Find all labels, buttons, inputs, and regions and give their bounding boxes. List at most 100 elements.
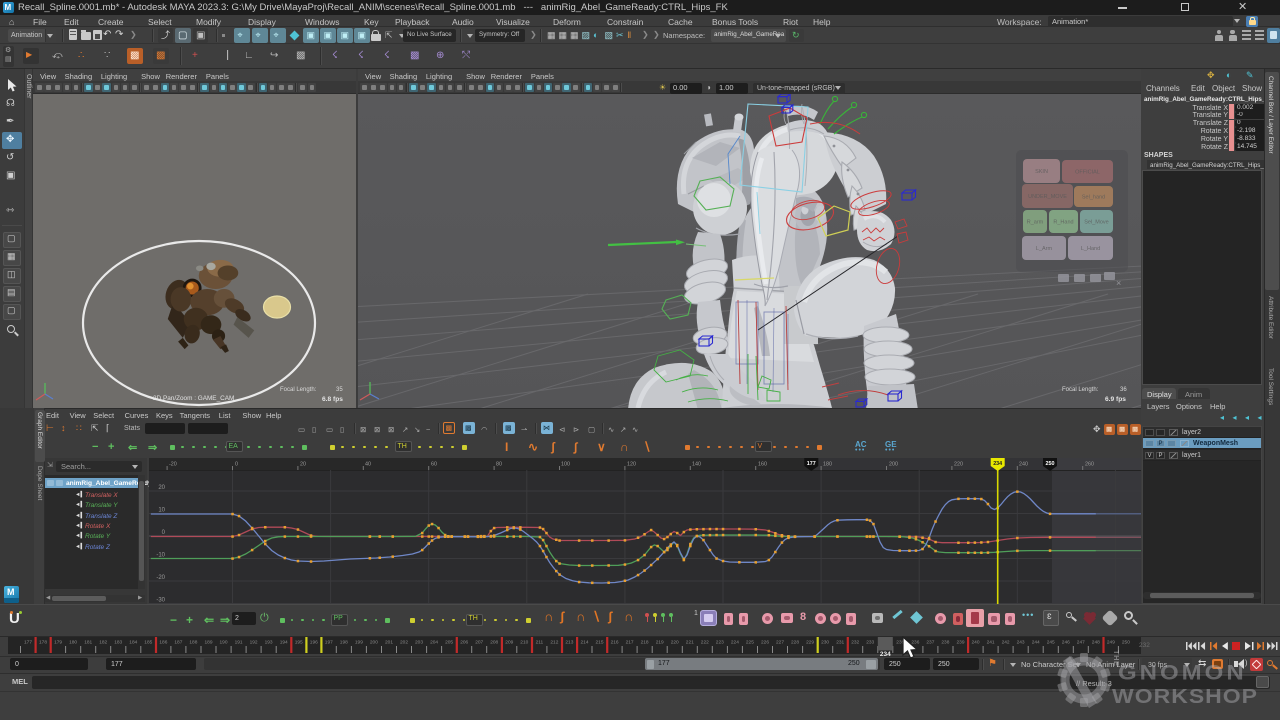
svg-text:R_Hand: R_Hand	[1053, 220, 1073, 226]
svg-text:100: 100	[561, 462, 570, 468]
svg-text:211: 211	[536, 640, 544, 646]
svg-text:Sel_hand: Sel_hand	[1082, 195, 1105, 201]
svg-text:183: 183	[114, 640, 122, 646]
svg-text:250: 250	[1122, 640, 1130, 646]
svg-text:140: 140	[692, 462, 701, 468]
svg-text:187: 187	[174, 640, 182, 646]
svg-text:Focal Length:: Focal Length:	[280, 387, 317, 393]
svg-text:-20: -20	[156, 575, 165, 581]
svg-text:20: 20	[300, 462, 306, 468]
svg-text:186: 186	[159, 640, 167, 646]
svg-text:80: 80	[496, 462, 502, 468]
svg-text:UNDER_MOVE: UNDER_MOVE	[1028, 194, 1067, 200]
svg-text:212: 212	[550, 640, 558, 646]
svg-text:239: 239	[956, 640, 964, 646]
svg-text:219: 219	[656, 640, 664, 646]
svg-text:220: 220	[671, 640, 679, 646]
svg-text:230: 230	[821, 640, 829, 646]
svg-text:227: 227	[776, 640, 784, 646]
svg-text:200: 200	[370, 640, 378, 646]
svg-text:200: 200	[889, 462, 898, 468]
svg-text:20: 20	[158, 485, 165, 491]
svg-text:221: 221	[686, 640, 694, 646]
svg-text:2D Pan/Zoom : GAME_CAM: 2D Pan/Zoom : GAME_CAM	[153, 395, 234, 402]
svg-text:207: 207	[475, 640, 483, 646]
svg-text:202: 202	[400, 640, 408, 646]
svg-text:231: 231	[836, 640, 844, 646]
svg-text:180: 180	[69, 640, 77, 646]
svg-text:-20: -20	[169, 462, 177, 468]
svg-text:226: 226	[761, 640, 769, 646]
svg-text:250: 250	[1046, 461, 1055, 467]
svg-text:177: 177	[807, 461, 816, 467]
svg-text:247: 247	[1077, 640, 1085, 646]
svg-text:Sel_Move: Sel_Move	[1084, 220, 1108, 226]
svg-text:36: 36	[1120, 387, 1127, 393]
svg-text:225: 225	[746, 640, 754, 646]
svg-text:204: 204	[430, 640, 438, 646]
svg-text:190: 190	[219, 640, 227, 646]
svg-text:216: 216	[611, 640, 619, 646]
svg-text:208: 208	[490, 640, 498, 646]
svg-text:179: 179	[54, 640, 62, 646]
svg-text:232: 232	[851, 640, 859, 646]
svg-text:210: 210	[520, 640, 528, 646]
svg-text:60: 60	[431, 462, 437, 468]
svg-text:222: 222	[701, 640, 709, 646]
svg-text:184: 184	[129, 640, 137, 646]
svg-text:245: 245	[1047, 640, 1055, 646]
svg-text:L_Hand: L_Hand	[1081, 246, 1100, 252]
svg-text:182: 182	[99, 640, 107, 646]
svg-text:188: 188	[189, 640, 197, 646]
svg-text:233: 233	[866, 640, 874, 646]
svg-text:213: 213	[565, 640, 573, 646]
svg-text:192: 192	[250, 640, 258, 646]
svg-text:160: 160	[758, 462, 767, 468]
svg-text:40: 40	[365, 462, 371, 468]
svg-text:206: 206	[460, 640, 468, 646]
svg-text:215: 215	[595, 640, 603, 646]
svg-text:214: 214	[580, 640, 588, 646]
svg-text:L_Arm: L_Arm	[1036, 246, 1053, 252]
svg-text:223: 223	[716, 640, 724, 646]
svg-text:181: 181	[84, 640, 92, 646]
svg-text:217: 217	[626, 640, 634, 646]
svg-text:241: 241	[987, 640, 995, 646]
svg-text:R_arm: R_arm	[1027, 220, 1044, 226]
svg-text:248: 248	[1092, 640, 1100, 646]
svg-text:240: 240	[1019, 462, 1028, 468]
svg-text:228: 228	[791, 640, 799, 646]
svg-text:195: 195	[295, 640, 303, 646]
svg-text:Focal Length:: Focal Length:	[1062, 387, 1099, 393]
svg-text:229: 229	[806, 640, 814, 646]
svg-text:224: 224	[731, 640, 739, 646]
svg-text:196: 196	[310, 640, 318, 646]
svg-text:201: 201	[385, 640, 393, 646]
svg-text:197: 197	[325, 640, 333, 646]
svg-text:242: 242	[1002, 640, 1010, 646]
svg-text:0: 0	[235, 462, 238, 468]
svg-text:249: 249	[1107, 640, 1115, 646]
svg-text:10: 10	[158, 508, 165, 514]
svg-text:189: 189	[204, 640, 212, 646]
svg-text:209: 209	[505, 640, 513, 646]
svg-text:218: 218	[641, 640, 649, 646]
svg-text:178: 178	[39, 640, 47, 646]
svg-text:-30: -30	[156, 598, 165, 604]
svg-text:177: 177	[24, 640, 32, 646]
svg-text:×: ×	[1116, 278, 1121, 288]
svg-text:244: 244	[1032, 640, 1040, 646]
svg-text:234: 234	[993, 461, 1002, 467]
svg-text:SKIN: SKIN	[1035, 169, 1048, 175]
svg-text:220: 220	[954, 462, 963, 468]
svg-text:6.9 fps: 6.9 fps	[1105, 396, 1126, 403]
svg-text:6.8 fps: 6.8 fps	[322, 396, 343, 403]
svg-text:198: 198	[340, 640, 348, 646]
svg-text:203: 203	[415, 640, 423, 646]
svg-text:246: 246	[1062, 640, 1070, 646]
svg-text:185: 185	[144, 640, 152, 646]
svg-text:243: 243	[1017, 640, 1025, 646]
svg-text:238: 238	[941, 640, 949, 646]
svg-text:240: 240	[971, 640, 979, 646]
svg-text:-10: -10	[156, 553, 165, 559]
